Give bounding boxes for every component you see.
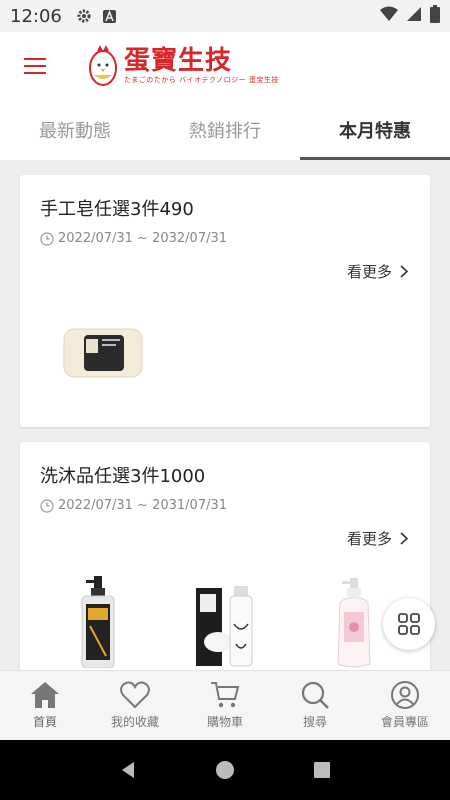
settings-gear-icon [76, 8, 92, 24]
chevron-right-icon [400, 532, 408, 545]
app-header: 蛋寶生技 たまごのたから バイオテクノロジー 蛋宝生技 [0, 32, 450, 100]
nav-label: 會員專區 [380, 715, 429, 729]
logo-subtitle: たまごのたから バイオテクノロジー 蛋宝生技 [124, 76, 279, 84]
battery-icon [430, 4, 440, 28]
see-more-label: 看更多 [346, 263, 392, 281]
tab-best-sellers[interactable]: 熱銷排行 [150, 100, 300, 160]
nav-home[interactable]: 首頁 [0, 671, 90, 740]
promotion-list: 手工皂任選3件490 2022/07/31 ~ 2032/07/31 看更多 洗… [0, 160, 450, 670]
lotion-bottle-image[interactable] [332, 578, 376, 668]
user-icon [391, 681, 419, 709]
foam-cleanser-image[interactable] [192, 584, 272, 668]
nav-favorites[interactable]: 我的收藏 [90, 671, 180, 740]
brand-logo[interactable]: 蛋寶生技 たまごのたから バイオテクノロジー 蛋宝生技 [88, 45, 279, 87]
nav-label: 搜尋 [302, 715, 327, 729]
tab-latest-news[interactable]: 最新動態 [0, 100, 150, 160]
signal-icon [406, 6, 422, 27]
see-more-label: 看更多 [346, 530, 392, 548]
shampoo-bottle-image[interactable] [78, 576, 118, 668]
back-icon[interactable] [118, 760, 138, 780]
egg-chick-logo-icon [89, 45, 117, 86]
grid-icon [398, 613, 420, 635]
nav-label: 我的收藏 [110, 715, 159, 729]
logo-title: 蛋寶生技 [124, 46, 233, 76]
promotion-date-range: 2022/07/31 ~ 2031/07/31 [58, 498, 228, 513]
promotion-date-row: 2022/07/31 ~ 2031/07/31 [40, 498, 227, 513]
promotion-card[interactable]: 手工皂任選3件490 2022/07/31 ~ 2032/07/31 看更多 [20, 175, 430, 427]
promotion-title: 洗沐品任選3件1000 [40, 466, 206, 487]
promotion-card[interactable]: 洗沐品任選3件1000 2022/07/31 ~ 2031/07/31 看更多 [20, 442, 430, 670]
a-notification-icon [102, 9, 117, 24]
tab-monthly-deals[interactable]: 本月特惠 [300, 100, 450, 160]
nav-cart[interactable]: 購物車 [180, 671, 270, 740]
hamburger-menu-icon [24, 58, 46, 74]
bottom-navigation: 首頁 我的收藏 購物車 搜尋 會員專區 [0, 670, 450, 740]
menu-button[interactable] [0, 32, 70, 100]
soap-product-image[interactable] [62, 325, 144, 381]
home-icon [31, 682, 59, 708]
heart-icon [120, 681, 150, 709]
nav-member[interactable]: 會員專區 [360, 671, 450, 740]
status-bar: 12:06 [0, 0, 450, 32]
promotion-title: 手工皂任選3件490 [40, 199, 194, 220]
cart-icon [211, 682, 240, 708]
see-more-link[interactable]: 看更多 [347, 528, 408, 549]
promotion-date-row: 2022/07/31 ~ 2032/07/31 [40, 231, 227, 246]
category-grid-button[interactable] [383, 598, 435, 650]
nav-label: 首頁 [32, 715, 57, 729]
search-icon [301, 681, 329, 709]
system-navigation-bar [0, 740, 450, 800]
chevron-right-icon [400, 265, 408, 278]
wifi-icon [380, 6, 398, 27]
tab-bar: 最新動態 熱銷排行 本月特惠 [0, 100, 450, 160]
promotion-date-range: 2022/07/31 ~ 2032/07/31 [58, 231, 228, 246]
recents-icon[interactable] [312, 760, 332, 780]
see-more-link[interactable]: 看更多 [347, 261, 408, 282]
nav-label: 購物車 [206, 715, 243, 729]
nav-search[interactable]: 搜尋 [270, 671, 360, 740]
home-circle-icon[interactable] [215, 760, 235, 780]
clock-icon [40, 498, 54, 513]
clock-icon [40, 231, 54, 246]
status-time: 12:06 [10, 5, 62, 27]
